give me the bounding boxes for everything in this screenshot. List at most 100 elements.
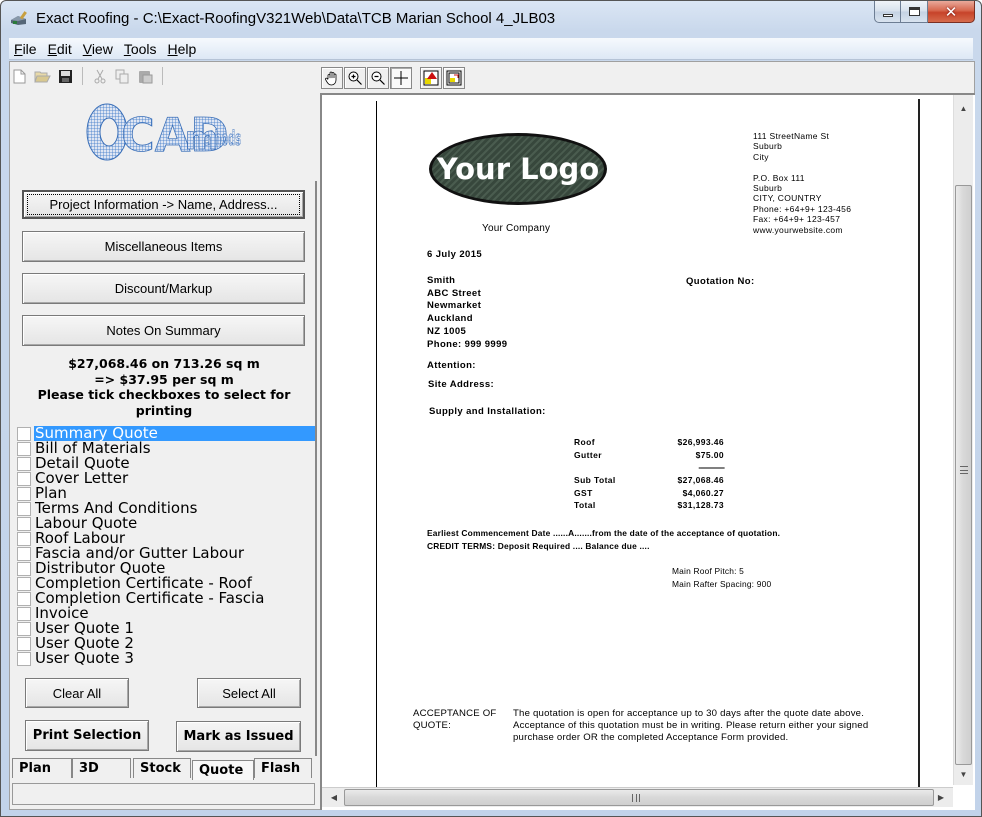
menu-label: iew xyxy=(91,40,113,57)
print-option-checkbox[interactable] xyxy=(17,546,31,561)
menu-accel: H xyxy=(167,40,178,57)
menu-label: ile xyxy=(22,40,37,57)
tab-plan[interactable]: Plan xyxy=(12,758,72,778)
print-option-checkbox[interactable] xyxy=(17,591,31,606)
logo-text: Your Logo xyxy=(436,152,600,186)
supply-installation-label: Supply and Installation: xyxy=(429,406,546,417)
export-icon[interactable] xyxy=(420,67,442,89)
total-label: GST xyxy=(574,487,593,498)
vertical-scroll-thumb[interactable] xyxy=(955,185,972,765)
select-all-label: Select All xyxy=(222,685,276,701)
print-option-label[interactable]: User Quote 3 xyxy=(34,651,315,666)
print-option-checkbox[interactable] xyxy=(17,456,31,471)
tab-label: Flash xyxy=(261,761,301,776)
client-street: ABC Street xyxy=(427,287,482,299)
maximize-button[interactable] xyxy=(901,1,928,23)
tab-3d[interactable]: 3D xyxy=(72,758,131,778)
print-option-checkbox[interactable] xyxy=(17,441,31,456)
print-option-checkbox[interactable] xyxy=(17,651,31,666)
horizontal-scrollbar[interactable]: ◀ ▶ xyxy=(322,787,953,807)
misc-items-button[interactable]: Miscellaneous Items xyxy=(22,231,305,262)
line-item-row: Roof $26,993.46 xyxy=(574,437,724,450)
company-address-line: Fax: +64+9+ 123-457 xyxy=(753,214,841,225)
commencement-date: Earliest Commencement Date ......A......… xyxy=(427,528,781,538)
print-option-checkbox[interactable] xyxy=(17,531,31,546)
roof-pitch: Main Roof Pitch: 5 xyxy=(672,566,745,576)
menu-help[interactable]: Help xyxy=(163,41,202,57)
print-option-checkbox[interactable] xyxy=(17,561,31,576)
horizontal-scroll-thumb[interactable] xyxy=(344,789,934,806)
mark-issued-button[interactable]: Mark as Issued xyxy=(176,721,301,752)
scroll-right-icon[interactable]: ▶ xyxy=(931,788,951,807)
company-address-line: P.O. Box 111 xyxy=(753,172,805,183)
app-window: Exact Roofing - C:\Exact-RoofingV321Web\… xyxy=(0,0,982,817)
quote-preview[interactable]: Your Logo Your Company 111 StreetName St… xyxy=(320,93,975,810)
discount-markup-button[interactable]: Discount/Markup xyxy=(22,273,305,304)
menu-tools[interactable]: Tools xyxy=(119,41,162,57)
print-option-row[interactable]: User Quote 3 xyxy=(17,651,315,666)
close-button[interactable]: ✕ xyxy=(928,1,975,23)
quote-date: 6 July 2015 xyxy=(427,249,483,260)
print-option-checkbox[interactable] xyxy=(17,486,31,501)
menu-accel: F xyxy=(14,40,23,57)
close-icon: ✕ xyxy=(944,2,958,21)
select-all-button[interactable]: Select All xyxy=(197,678,301,708)
project-info-button[interactable]: Project Information -> Name, Address... xyxy=(22,190,305,219)
save-icon[interactable] xyxy=(57,68,74,85)
company-address-line: Suburb xyxy=(753,183,783,194)
zoom-in-icon[interactable] xyxy=(344,67,366,89)
app-roofing-icon xyxy=(11,11,27,25)
total-label: Total xyxy=(574,500,596,510)
paste-icon[interactable] xyxy=(137,68,154,85)
tab-quote[interactable]: Quote xyxy=(192,760,254,780)
clear-all-button[interactable]: Clear All xyxy=(25,678,129,708)
gst-row: GST $4,060.27 xyxy=(574,488,724,501)
tab-flash[interactable]: Flash xyxy=(254,758,312,778)
new-file-icon[interactable] xyxy=(11,68,28,85)
print-preview-icon[interactable] xyxy=(443,67,465,89)
print-option-checkbox[interactable] xyxy=(17,636,31,651)
scroll-down-icon[interactable]: ▼ xyxy=(954,765,973,783)
menu-view[interactable]: View xyxy=(78,41,118,57)
line-item-row: Gutter $75.00 xyxy=(574,450,724,463)
menu-label: elp xyxy=(177,40,197,57)
print-option-checkbox[interactable] xyxy=(17,501,31,516)
zoom-out-icon[interactable] xyxy=(367,67,389,89)
acceptance-label: ACCEPTANCE OF QUOTE: xyxy=(413,708,497,732)
summary-total-area: $27,068.46 on 713.26 sq m xyxy=(68,356,260,371)
menu-file[interactable]: File xyxy=(9,41,42,57)
copy-icon[interactable] xyxy=(114,68,131,85)
print-option-checkbox[interactable] xyxy=(17,471,31,486)
vertical-scrollbar[interactable]: ▲ ▼ xyxy=(953,95,973,785)
print-selection-label: Print Selection xyxy=(32,728,142,743)
print-selection-button[interactable]: Print Selection xyxy=(25,720,149,751)
tab-label: 3D xyxy=(79,761,99,776)
menu-accel: V xyxy=(82,40,92,57)
scroll-left-icon[interactable]: ◀ xyxy=(324,788,344,807)
print-option-checkbox[interactable] xyxy=(17,426,31,441)
hand-pan-icon[interactable] xyxy=(321,67,343,89)
attention-label: Attention: xyxy=(427,360,476,371)
total-amount: $4,060.27 xyxy=(682,487,724,498)
company-address-line: Phone: +64+9+ 123-456 xyxy=(753,203,852,214)
cadmethods-logo: CAD ethods m xyxy=(85,101,245,163)
svg-text:m: m xyxy=(185,119,218,157)
print-option-checkbox[interactable] xyxy=(17,576,31,591)
minimize-button[interactable] xyxy=(874,1,901,23)
notes-summary-button[interactable]: Notes On Summary xyxy=(22,315,305,346)
print-option-checkbox[interactable] xyxy=(17,606,31,621)
clear-all-label: Clear All xyxy=(52,685,102,701)
cut-icon[interactable] xyxy=(91,68,108,85)
crosshair-icon[interactable] xyxy=(390,67,412,89)
subtotal-row: Sub Total $27,068.46 xyxy=(574,475,724,488)
print-option-checkbox[interactable] xyxy=(17,621,31,636)
main-toolbar xyxy=(11,65,165,87)
menu-edit[interactable]: Edit xyxy=(43,41,77,57)
mark-issued-label: Mark as Issued xyxy=(183,729,294,744)
print-option-checkbox[interactable] xyxy=(17,516,31,531)
print-option-label[interactable]: Cover Letter xyxy=(34,471,315,486)
scroll-up-icon[interactable]: ▲ xyxy=(954,99,973,117)
tab-stock[interactable]: Stock xyxy=(133,758,191,778)
open-folder-icon[interactable] xyxy=(34,68,51,85)
status-bar xyxy=(12,783,315,805)
